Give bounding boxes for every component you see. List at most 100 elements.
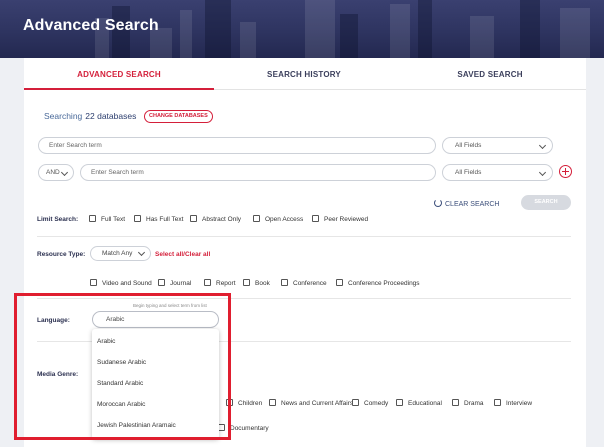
search-panel: ADVANCED SEARCH SEARCH HISTORY SAVED SEA… (24, 58, 586, 447)
select-all-link[interactable]: Select all/Clear all (155, 251, 210, 258)
suggestion-sudanese-arabic[interactable]: Sudanese Arabic (97, 359, 146, 366)
checkbox-peer-reviewed[interactable]: Peer Reviewed (312, 215, 368, 223)
divider (37, 298, 571, 299)
field-select-1[interactable]: All Fields (442, 137, 553, 154)
search-term-input-2[interactable]: Enter Search term (80, 164, 436, 181)
checkbox-icon (158, 279, 165, 286)
checkbox-label: News and Current Affairs (281, 400, 354, 407)
checkbox-journal[interactable]: Journal (158, 279, 191, 287)
checkbox-full-text[interactable]: Full Text (89, 215, 125, 223)
suggestion-moroccan-arabic[interactable]: Moroccan Arabic (97, 401, 145, 408)
checkbox-interview[interactable]: Interview (494, 399, 532, 407)
refresh-icon (434, 199, 442, 207)
search-button[interactable]: SEARCH (521, 195, 571, 210)
checkbox-label: Book (255, 280, 270, 287)
searching-prefix: Searching (44, 111, 83, 121)
checkbox-book[interactable]: Book (243, 279, 270, 287)
resource-type-label: Resource Type: (37, 251, 86, 258)
checkbox-children[interactable]: Children (226, 399, 262, 407)
operator-select[interactable]: AND (38, 164, 74, 181)
skyline-building (418, 0, 432, 58)
checkbox-icon (396, 399, 403, 406)
skyline-building (205, 0, 231, 58)
field-select-2-value: All Fields (455, 169, 482, 176)
tab-search-history[interactable]: SEARCH HISTORY (214, 70, 394, 79)
checkbox-label: Full Text (101, 216, 126, 223)
checkbox-label: Video and Sound (102, 280, 152, 287)
checkbox-label: Interview (506, 400, 533, 407)
field-select-1-value: All Fields (455, 142, 482, 149)
checkbox-drama[interactable]: Drama (452, 399, 484, 407)
checkbox-icon (352, 399, 359, 406)
skyline-building (305, 0, 335, 58)
checkbox-educational[interactable]: Educational (396, 399, 442, 407)
clear-search-button[interactable]: CLEAR SEARCH (434, 199, 499, 208)
checkbox-label: Drama (464, 400, 484, 407)
checkbox-label: Children (238, 400, 263, 407)
media-genre-label: Media Genre: (37, 371, 79, 378)
language-input[interactable]: Arabic (92, 311, 219, 328)
limit-search-label: Limit Search: (37, 216, 79, 223)
checkbox-label: Conference Proceedings (348, 280, 420, 287)
operator-value: AND (46, 169, 60, 176)
checkbox-open-access[interactable]: Open Access (253, 215, 303, 223)
tab-bar: ADVANCED SEARCH SEARCH HISTORY SAVED SEA… (24, 58, 586, 90)
checkbox-conference[interactable]: Conference (281, 279, 327, 287)
skyline-building (340, 14, 358, 58)
checkbox-icon (253, 215, 260, 222)
checkbox-label: Comedy (364, 400, 389, 407)
checkbox-label: Has Full Text (146, 216, 184, 223)
change-databases-button[interactable]: CHANGE DATABASES (144, 110, 213, 123)
checkbox-report[interactable]: Report (204, 279, 236, 287)
checkbox-label: Report (216, 280, 236, 287)
header-banner: Advanced Search (0, 0, 604, 58)
suggestion-standard-arabic[interactable]: Standard Arabic (97, 380, 143, 387)
match-any-value: Match Any (102, 250, 133, 257)
chevron-down-icon (538, 168, 547, 177)
checkbox-comedy[interactable]: Comedy (352, 399, 388, 407)
checkbox-abstract-only[interactable]: Abstract Only (190, 215, 241, 223)
checkbox-label: Abstract Only (202, 216, 242, 223)
checkbox-icon (281, 279, 288, 286)
divider (37, 236, 571, 237)
field-select-2[interactable]: All Fields (442, 164, 553, 181)
tab-advanced-search[interactable]: ADVANCED SEARCH (24, 70, 214, 79)
chevron-down-icon (60, 168, 69, 177)
page-title: Advanced Search (23, 17, 159, 34)
suggestion-jewish-palestinian-aramaic[interactable]: Jewish Palestinian Aramaic (97, 422, 176, 429)
checkbox-icon (312, 215, 319, 222)
search-term-input-1[interactable]: Enter Search term (38, 137, 436, 154)
checkbox-icon (243, 279, 250, 286)
language-suggestions-dropdown: Arabic Sudanese Arabic Standard Arabic M… (92, 329, 219, 439)
checkbox-icon (190, 215, 197, 222)
checkbox-icon (226, 399, 233, 406)
add-row-icon[interactable] (559, 165, 572, 178)
checkbox-video-and-sound[interactable]: Video and Sound (90, 279, 152, 287)
checkbox-icon (336, 279, 343, 286)
checkbox-news-and-current-affairs[interactable]: News and Current Affairs (269, 399, 353, 407)
active-tab-indicator (24, 88, 214, 90)
checkbox-label: Open Access (265, 216, 304, 223)
searching-info: Searching 22 databases (44, 111, 136, 121)
suggestion-arabic[interactable]: Arabic (97, 338, 115, 345)
checkbox-icon (89, 215, 96, 222)
checkbox-label: Peer Reviewed (324, 216, 369, 223)
language-label: Language: (37, 317, 70, 324)
checkbox-documentary[interactable]: Documentary (218, 424, 269, 432)
skyline-building (470, 16, 494, 58)
match-any-select[interactable]: Match Any (90, 246, 151, 261)
skyline-building (520, 0, 540, 58)
checkbox-has-full-text[interactable]: Has Full Text (134, 215, 183, 223)
skyline-building (240, 22, 256, 58)
checkbox-icon (90, 279, 97, 286)
checkbox-icon (452, 399, 459, 406)
tab-saved-search[interactable]: SAVED SEARCH (394, 70, 586, 79)
chevron-down-icon (538, 141, 547, 150)
language-hint: Begin typing and select term from list (133, 303, 207, 308)
checkbox-icon (134, 215, 141, 222)
checkbox-label: Documentary (230, 425, 269, 432)
checkbox-conference-proceedings[interactable]: Conference Proceedings (336, 279, 420, 287)
checkbox-label: Journal (170, 280, 192, 287)
skyline-building (390, 4, 410, 58)
skyline-building (180, 10, 192, 58)
